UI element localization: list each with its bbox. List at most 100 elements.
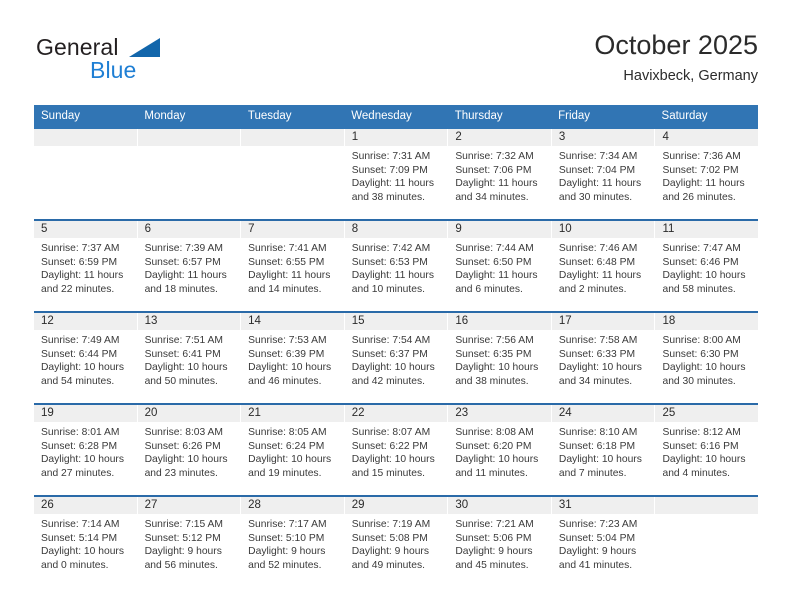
sunset-text: Sunset: 6:28 PM: [41, 440, 118, 452]
calendar-day-cell[interactable]: 20 Sunrise: 8:03 AM Sunset: 6:26 PM Dayligh…: [137, 405, 242, 495]
sunrise-text: Sunrise: 7:37 AM: [41, 243, 120, 254]
calendar-day-cell[interactable]: 16 Sunrise: 7:56 AM Sunset: 6:35 PM Dayligh…: [448, 313, 552, 403]
daylight-text-line2: and 18 minutes.: [144, 283, 218, 295]
calendar-day-cell[interactable]: 11 Sunrise: 7:47 AM Sunset: 6:46 PM Dayligh…: [655, 221, 759, 311]
day-number: 21: [241, 405, 344, 422]
calendar-day-cell[interactable]: 31 Sunrise: 7:23 AM Sunset: 5:04 PM Dayligh…: [551, 497, 656, 589]
sunset-text: Sunset: 6:48 PM: [558, 256, 636, 268]
sunset-text: Sunset: 6:41 PM: [144, 348, 221, 360]
day-details: Sunrise: 7:44 AM Sunset: 6:50 PM Daylight:…: [448, 238, 551, 296]
daylight-text-line1: Daylight: 11 hours: [662, 178, 745, 190]
daylight-text-line2: and 45 minutes.: [455, 559, 529, 571]
daylight-text-line1: Daylight: 9 hours: [351, 546, 430, 558]
calendar-day-cell[interactable]: 5 Sunrise: 7:37 AM Sunset: 6:59 PM Daylight…: [34, 221, 138, 311]
day-number: 10: [551, 221, 655, 238]
day-number: 17: [551, 313, 655, 330]
calendar-week-row: 5 Sunrise: 7:37 AM Sunset: 6:59 PM Daylight…: [34, 219, 759, 311]
daylight-text-line2: and 38 minutes.: [455, 375, 529, 387]
calendar-day-cell[interactable]: 19 Sunrise: 8:01 AM Sunset: 6:28 PM Dayligh…: [34, 405, 138, 495]
day-number: 28: [241, 497, 344, 514]
daylight-text-line1: Daylight: 11 hours: [248, 270, 331, 282]
daylight-text-line1: Daylight: 11 hours: [455, 178, 538, 190]
day-number: [655, 497, 759, 514]
calendar-day-cell[interactable]: 25 Sunrise: 8:12 AM Sunset: 6:16 PM Dayligh…: [655, 405, 759, 495]
calendar-day-cell[interactable]: 21 Sunrise: 8:05 AM Sunset: 6:24 PM Dayligh…: [241, 405, 345, 495]
calendar-day-cell[interactable]: 28 Sunrise: 7:17 AM Sunset: 5:10 PM Dayligh…: [241, 497, 345, 589]
sunset-text: Sunset: 6:46 PM: [662, 256, 739, 268]
day-number: 30: [448, 497, 551, 514]
sunrise-text: Sunrise: 7:34 AM: [558, 151, 638, 162]
calendar-day-cell[interactable]: 29 Sunrise: 7:19 AM Sunset: 5:08 PM Dayligh…: [344, 497, 449, 589]
daylight-text-line2: and 15 minutes.: [351, 467, 426, 479]
day-details: Sunrise: 8:07 AM Sunset: 6:22 PM Daylight:…: [345, 422, 448, 480]
calendar-day-cell-empty: [655, 497, 759, 589]
calendar-grid: Sunday Monday Tuesday Wednesday Thursday…: [34, 105, 759, 589]
sunset-text: Sunset: 5:10 PM: [248, 532, 325, 544]
sunset-text: Sunset: 7:04 PM: [558, 164, 636, 176]
logo[interactable]: General Blue: [34, 34, 254, 96]
day-details: Sunrise: 7:15 AM Sunset: 5:12 PM Daylight:…: [138, 514, 241, 572]
day-details: Sunrise: 7:17 AM Sunset: 5:10 PM Daylight:…: [241, 514, 344, 572]
calendar-day-cell[interactable]: 24 Sunrise: 8:10 AM Sunset: 6:18 PM Dayligh…: [551, 405, 656, 495]
day-number: [34, 129, 137, 146]
calendar-day-cell[interactable]: 9 Sunrise: 7:44 AM Sunset: 6:50 PM Daylight…: [448, 221, 552, 311]
daylight-text-line2: and 41 minutes.: [558, 559, 633, 571]
sunrise-text: Sunrise: 7:19 AM: [351, 519, 431, 530]
calendar-day-cell[interactable]: 8 Sunrise: 7:42 AM Sunset: 6:53 PM Daylight…: [344, 221, 449, 311]
calendar-day-cell[interactable]: 17 Sunrise: 7:58 AM Sunset: 6:33 PM Dayligh…: [551, 313, 656, 403]
calendar-day-cell[interactable]: 23 Sunrise: 8:08 AM Sunset: 6:20 PM Dayligh…: [448, 405, 552, 495]
day-details: Sunrise: 8:08 AM Sunset: 6:20 PM Daylight:…: [448, 422, 551, 480]
calendar-day-cell[interactable]: 18 Sunrise: 8:00 AM Sunset: 6:30 PM Dayligh…: [655, 313, 759, 403]
calendar-day-cell[interactable]: 2 Sunrise: 7:32 AM Sunset: 7:06 PM Daylight…: [448, 129, 552, 219]
calendar-day-cell[interactable]: 6 Sunrise: 7:39 AM Sunset: 6:57 PM Daylight…: [137, 221, 242, 311]
day-details: Sunrise: 8:00 AM Sunset: 6:30 PM Daylight:…: [655, 330, 758, 388]
day-details: Sunrise: 7:54 AM Sunset: 6:37 PM Daylight:…: [345, 330, 448, 388]
daylight-text-line1: Daylight: 10 hours: [662, 270, 746, 282]
daylight-text-line1: Daylight: 9 hours: [144, 546, 222, 558]
calendar-day-cell[interactable]: 14 Sunrise: 7:53 AM Sunset: 6:39 PM Dayligh…: [241, 313, 345, 403]
daylight-text-line2: and 7 minutes.: [558, 467, 627, 479]
calendar-day-cell[interactable]: 3 Sunrise: 7:34 AM Sunset: 7:04 PM Daylight…: [551, 129, 656, 219]
daylight-text-line1: Daylight: 9 hours: [558, 546, 637, 558]
day-details: Sunrise: 7:58 AM Sunset: 6:33 PM Daylight:…: [552, 330, 655, 388]
calendar-week-row: 19 Sunrise: 8:01 AM Sunset: 6:28 PM Dayligh…: [34, 403, 759, 495]
daylight-text-line2: and 30 minutes.: [662, 375, 736, 387]
daylight-text-line2: and 19 minutes.: [248, 467, 322, 479]
day-details: Sunrise: 7:41 AM Sunset: 6:55 PM Daylight:…: [241, 238, 344, 296]
sunrise-text: Sunrise: 7:15 AM: [144, 519, 223, 530]
day-number: 20: [137, 405, 241, 422]
sunrise-text: Sunrise: 7:56 AM: [455, 335, 534, 346]
calendar-day-cell[interactable]: 22 Sunrise: 8:07 AM Sunset: 6:22 PM Dayligh…: [344, 405, 449, 495]
calendar-day-cell[interactable]: 26 Sunrise: 7:14 AM Sunset: 5:14 PM Dayligh…: [34, 497, 138, 589]
daylight-text-line1: Daylight: 10 hours: [558, 362, 642, 374]
calendar-day-cell[interactable]: 4 Sunrise: 7:36 AM Sunset: 7:02 PM Daylight…: [655, 129, 759, 219]
calendar-day-cell[interactable]: 13 Sunrise: 7:51 AM Sunset: 6:41 PM Dayligh…: [137, 313, 242, 403]
calendar-day-cell[interactable]: 15 Sunrise: 7:54 AM Sunset: 6:37 PM Dayligh…: [344, 313, 449, 403]
page-header: General Blue October 2025 Havixbeck, Ger…: [34, 28, 758, 100]
daylight-text-line1: Daylight: 10 hours: [248, 362, 332, 374]
calendar-day-cell[interactable]: 1 Sunrise: 7:31 AM Sunset: 7:09 PM Daylight…: [344, 129, 449, 219]
calendar-day-cell[interactable]: 7 Sunrise: 7:41 AM Sunset: 6:55 PM Daylight…: [241, 221, 345, 311]
day-number: 23: [448, 405, 551, 422]
calendar-day-cell[interactable]: 27 Sunrise: 7:15 AM Sunset: 5:12 PM Dayligh…: [137, 497, 242, 589]
sunset-text: Sunset: 6:30 PM: [662, 348, 739, 360]
day-number: 6: [137, 221, 241, 238]
day-details: Sunrise: 7:53 AM Sunset: 6:39 PM Daylight:…: [241, 330, 344, 388]
sunset-text: Sunset: 7:02 PM: [662, 164, 739, 176]
daylight-text-line2: and 11 minutes.: [455, 467, 528, 479]
daylight-text-line2: and 4 minutes.: [662, 467, 731, 479]
calendar-day-cell[interactable]: 10 Sunrise: 7:46 AM Sunset: 6:48 PM Dayligh…: [551, 221, 656, 311]
sunrise-text: Sunrise: 7:36 AM: [662, 151, 741, 162]
sunrise-text: Sunrise: 7:41 AM: [248, 243, 327, 254]
day-number: [137, 129, 241, 146]
daylight-text-line1: Daylight: 10 hours: [351, 362, 435, 374]
weekday-header-tuesday: Tuesday: [247, 110, 292, 122]
day-details: Sunrise: 7:39 AM Sunset: 6:57 PM Daylight:…: [138, 238, 241, 296]
calendar-day-cell[interactable]: 12 Sunrise: 7:49 AM Sunset: 6:44 PM Dayligh…: [34, 313, 138, 403]
daylight-text-line2: and 30 minutes.: [558, 191, 633, 203]
sunset-text: Sunset: 6:50 PM: [455, 256, 532, 268]
calendar-day-cell[interactable]: 30 Sunrise: 7:21 AM Sunset: 5:06 PM Dayligh…: [448, 497, 552, 589]
daylight-text-line2: and 22 minutes.: [41, 283, 115, 295]
sunrise-text: Sunrise: 7:42 AM: [351, 243, 431, 254]
day-details: Sunrise: 7:37 AM Sunset: 6:59 PM Daylight:…: [34, 238, 137, 296]
